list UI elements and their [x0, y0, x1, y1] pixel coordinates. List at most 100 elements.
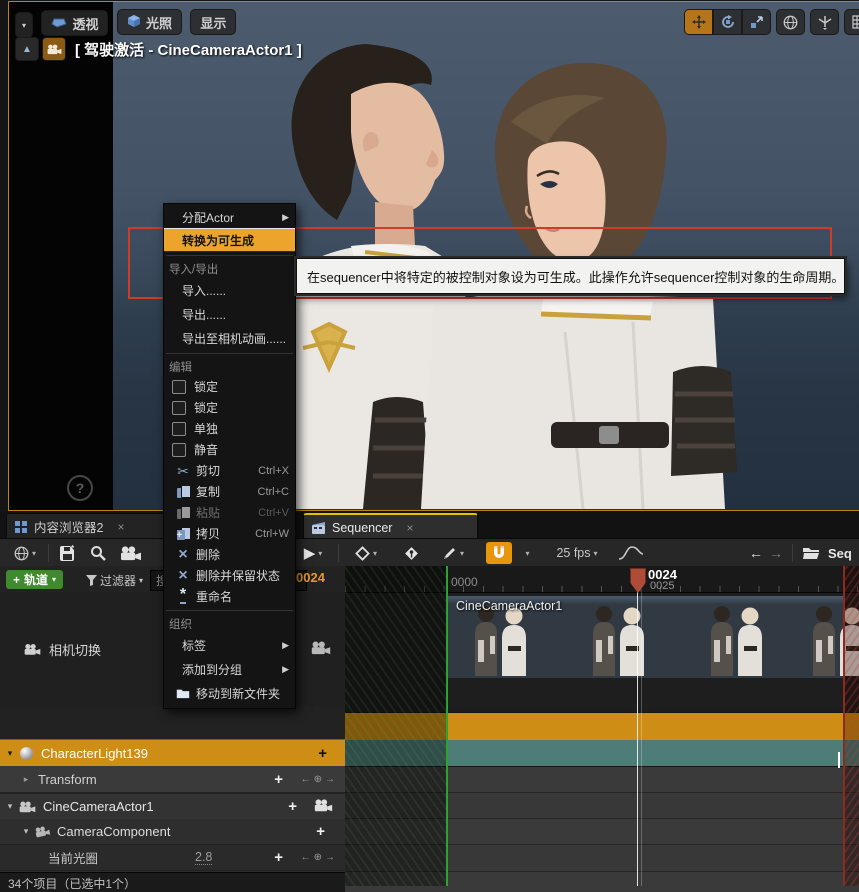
snap-toggle-button[interactable] [486, 542, 512, 564]
show-menu-button[interactable]: 显示 [190, 9, 236, 35]
add-key-icon[interactable]: ⊕ [314, 774, 322, 785]
add-section-button[interactable]: + [288, 798, 297, 815]
menu-item-lock-1[interactable]: 锁定 [164, 376, 295, 397]
playhead-line[interactable] [637, 592, 638, 886]
menu-item-convert-to-spawnable[interactable]: 转换为可生成 [164, 228, 295, 252]
search-button[interactable] [86, 542, 110, 564]
world-space-button[interactable] [776, 9, 805, 35]
playback-start-line[interactable] [446, 566, 448, 886]
fps-selector[interactable]: 25 fps▾ [548, 542, 606, 564]
tab-content-browser[interactable]: 内容浏览器2 × [6, 513, 184, 539]
add-key-icon[interactable]: ⊕ [314, 852, 322, 863]
menu-item-copy[interactable]: 复制 Ctrl+C [164, 481, 295, 502]
track-row-cameracomponent[interactable]: ▾ CameraComponent + [0, 819, 345, 844]
expand-icon[interactable]: ▾ [4, 748, 16, 759]
keyframe-nav[interactable]: ← ⊕ → [301, 774, 335, 785]
pilot-camera-button[interactable] [42, 37, 66, 61]
track-row-characterlight139[interactable]: ▾ CharacterLight139 + [0, 739, 345, 767]
menu-item-move-to-new-folder[interactable]: 移动到新文件夹 [164, 681, 295, 705]
track-row-cinecameraactor1[interactable]: ▾ CineCameraActor1 + [0, 793, 345, 819]
caret-down-icon: ▾ [32, 549, 36, 558]
camera-icon[interactable] [311, 641, 331, 655]
property-value[interactable]: 2.8 [195, 850, 212, 865]
move-tool-button[interactable] [684, 9, 713, 35]
menu-item-add-to-group[interactable]: 添加到分组 ▶ [164, 657, 295, 681]
transform-tools [684, 9, 859, 35]
help-icon[interactable]: ? [67, 475, 93, 501]
keyframe-nav[interactable]: ← ⊕ → [301, 852, 335, 863]
menu-item-tags[interactable]: 标签 ▶ [164, 633, 295, 657]
toolbar-separator [792, 544, 793, 562]
viewport-letterbox-bar [9, 2, 113, 510]
menu-item-label: 分配Actor [182, 209, 234, 226]
menu-item-label: 拷贝 [196, 525, 220, 542]
menu-item-rename[interactable]: * 重命名 [164, 586, 295, 607]
rotate-tool-button[interactable] [713, 9, 742, 35]
expand-icon[interactable]: ▸ [20, 774, 32, 785]
menu-item-solo[interactable]: 单独 [164, 418, 295, 439]
perspective-button[interactable]: 透视 [41, 10, 108, 36]
menu-section-organize: 组织 [164, 614, 295, 633]
browse-sequences-button[interactable] [798, 542, 824, 564]
add-section-button[interactable]: + [316, 823, 325, 840]
close-tab-icon[interactable]: × [406, 521, 413, 535]
sequencer-timeline[interactable]: CineCameraActor1 0000 [345, 566, 859, 892]
viewport-options-button[interactable]: ▾ [15, 12, 33, 38]
camera-cuts-filmstrip[interactable]: CineCameraActor1 [448, 596, 843, 678]
create-camera-button[interactable] [116, 542, 146, 564]
curve-editor-button[interactable] [614, 542, 648, 564]
checkbox[interactable] [172, 422, 186, 436]
fps-label: 25 fps [556, 546, 590, 560]
keyframe-options-button[interactable]: ▾ [346, 542, 386, 564]
menu-item-label: 导出至相机动画...... [182, 330, 286, 347]
next-key-icon[interactable]: → [325, 852, 335, 863]
tab-sequencer[interactable]: Sequencer × [303, 513, 478, 540]
immersive-mode-button[interactable]: ▲ [15, 37, 39, 61]
close-tab-icon[interactable]: × [117, 520, 124, 534]
lit-mode-button[interactable]: 光照 [117, 9, 182, 35]
filter-button[interactable]: 过滤器 ▾ [86, 572, 143, 589]
track-row-transform[interactable]: ▸ Transform + ← ⊕ → [0, 766, 345, 792]
expand-icon[interactable]: ▾ [20, 826, 32, 837]
grid-snap-button[interactable] [844, 9, 859, 35]
auto-key-button[interactable] [396, 542, 426, 564]
gizmo-coordinate-button[interactable] [810, 9, 839, 35]
scale-tool-button[interactable] [742, 9, 771, 35]
playback-options-button[interactable]: ▶▾ [295, 542, 331, 564]
current-frame-display[interactable]: 0024 [296, 570, 325, 585]
checkbox[interactable] [172, 380, 186, 394]
checkbox[interactable] [172, 401, 186, 415]
menu-item-duplicate[interactable]: + 拷贝 Ctrl+W [164, 523, 295, 544]
menu-item-export[interactable]: 导出...... [164, 302, 295, 326]
add-key-button[interactable]: + [274, 771, 283, 788]
menu-item-delete-keep-state[interactable]: × 删除并保留状态 [164, 565, 295, 586]
item-count-label: 34个项目（已选中1个） [8, 875, 136, 892]
menu-item-assign-actor[interactable]: 分配Actor ▶ [164, 207, 295, 228]
snap-options-button[interactable]: ▾ [516, 542, 536, 564]
menu-item-cut[interactable]: ✂ 剪切 Ctrl+X [164, 460, 295, 481]
navigate-forward-button[interactable]: → [766, 542, 786, 564]
track-row-current-aperture[interactable]: 当前光圈 2.8 + ← ⊕ → [0, 845, 345, 870]
menu-item-import[interactable]: 导入...... [164, 278, 295, 302]
navigate-back-button[interactable]: ← [746, 542, 766, 564]
prev-key-icon[interactable]: ← [301, 774, 311, 785]
caret-down-icon: ▾ [22, 21, 26, 30]
edit-mode-button[interactable]: ▾ [434, 542, 472, 564]
next-key-icon[interactable]: → [325, 774, 335, 785]
add-section-button[interactable]: + [318, 745, 327, 762]
expand-icon[interactable]: ▾ [4, 801, 16, 812]
save-button[interactable]: * [54, 542, 80, 564]
prev-key-icon[interactable]: ← [301, 852, 311, 863]
playback-end-line[interactable] [843, 566, 845, 886]
menu-item-mute[interactable]: 静音 [164, 439, 295, 460]
add-track-button[interactable]: + 轨道 ▾ [6, 570, 63, 589]
menu-item-delete[interactable]: × 删除 [164, 544, 295, 565]
menu-item-paste[interactable]: 粘贴 Ctrl+V [164, 502, 295, 523]
camera-icon[interactable] [314, 799, 333, 812]
checkbox[interactable] [172, 443, 186, 457]
menu-item-lock-2[interactable]: 锁定 [164, 397, 295, 418]
menu-item-export-camera-anim[interactable]: 导出至相机动画...... [164, 326, 295, 350]
add-key-button[interactable]: + [274, 849, 283, 866]
world-selector-button[interactable]: ▾ [8, 542, 42, 564]
key-diamond-icon [403, 545, 420, 562]
